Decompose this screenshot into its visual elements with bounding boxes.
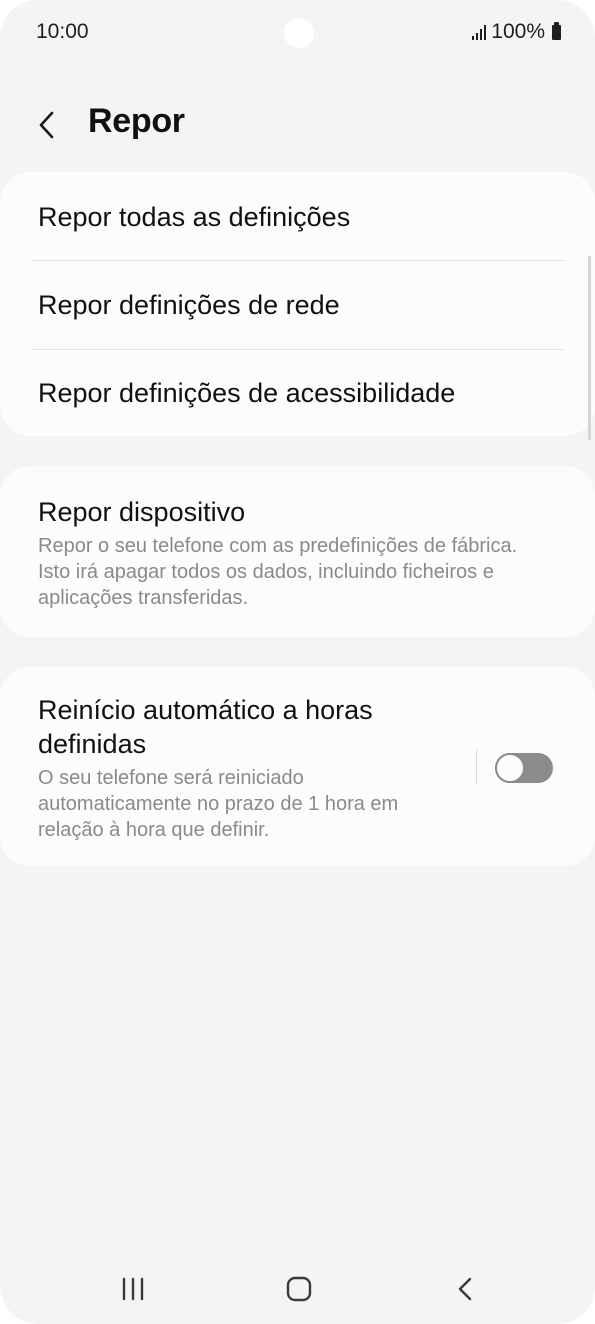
signal-icon xyxy=(472,24,487,40)
auto-restart-title: Reinício automático a horas definidas xyxy=(38,695,373,759)
auto-restart-item[interactable]: Reinício automático a horas definidas O … xyxy=(0,667,595,866)
scroll-indicator[interactable] xyxy=(588,256,591,440)
recents-button[interactable] xyxy=(116,1274,150,1304)
reset-network-settings-label: Repor definições de rede xyxy=(38,290,340,320)
status-indicators: 100% xyxy=(472,20,561,44)
battery-icon xyxy=(552,21,561,40)
reset-network-settings-item[interactable]: Repor definições de rede xyxy=(0,260,595,348)
camera-cutout xyxy=(284,18,314,48)
reset-options-card: Repor todas as definições Repor definiçõ… xyxy=(0,172,595,436)
phone-screen: 10:00 100% Repor Repor todas as definiçõ… xyxy=(0,0,595,1324)
home-button[interactable] xyxy=(282,1274,316,1304)
recents-icon xyxy=(122,1277,144,1301)
factory-reset-title: Repor dispositivo xyxy=(38,497,246,527)
toggle-knob xyxy=(495,753,525,783)
auto-restart-toggle[interactable] xyxy=(495,753,553,783)
reset-all-settings-label: Repor todas as definições xyxy=(38,202,351,232)
back-icon xyxy=(458,1277,472,1301)
factory-reset-item[interactable]: Repor dispositivo Repor o seu telefone c… xyxy=(0,466,595,637)
reset-accessibility-settings-label: Repor definições de acessibilidade xyxy=(38,378,456,408)
auto-restart-description: O seu telefone será reiniciado automatic… xyxy=(38,767,399,841)
reset-all-settings-item[interactable]: Repor todas as definições xyxy=(0,172,595,260)
factory-reset-description: Repor o seu telefone com as predefiniçõe… xyxy=(38,535,518,609)
nav-back-button[interactable] xyxy=(448,1274,482,1304)
chevron-left-icon xyxy=(39,111,54,139)
battery-percentage: 100% xyxy=(491,20,545,43)
navigation-bar xyxy=(0,1254,595,1324)
reset-accessibility-settings-item[interactable]: Repor definições de acessibilidade xyxy=(0,348,595,436)
status-time: 10:00 xyxy=(36,20,89,43)
home-icon xyxy=(286,1276,312,1302)
page-title: Repor xyxy=(88,102,185,140)
app-header: Repor xyxy=(0,92,595,158)
toggle-separator xyxy=(476,749,477,785)
back-button[interactable] xyxy=(26,104,70,148)
status-bar: 10:00 100% xyxy=(0,0,595,66)
